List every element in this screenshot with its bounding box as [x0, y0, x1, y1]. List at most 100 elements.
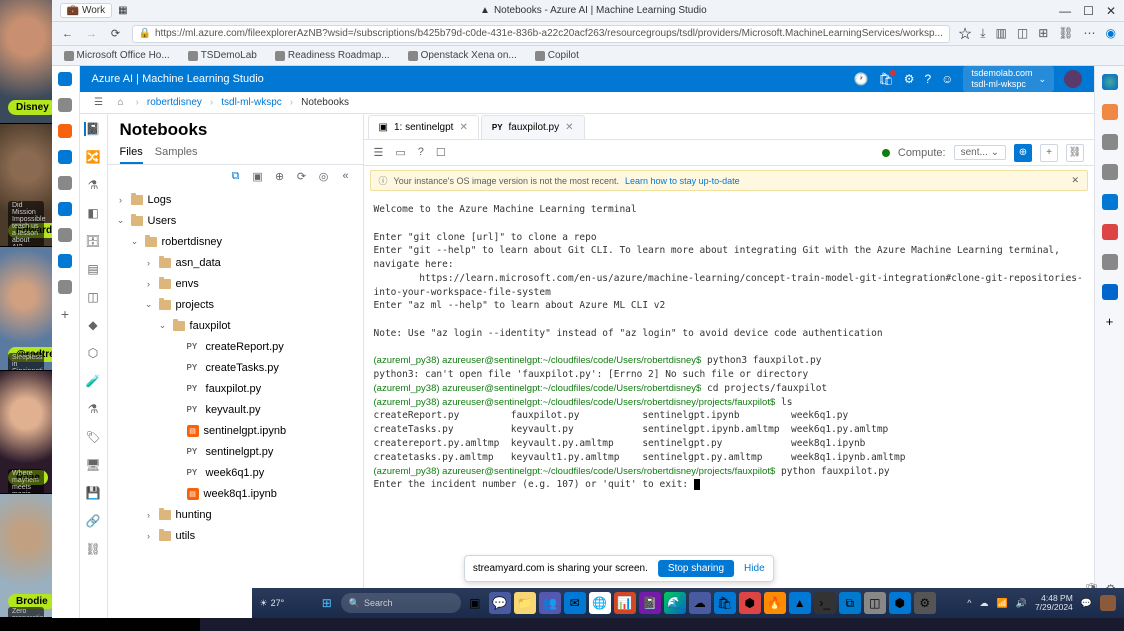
- models-icon[interactable]: ◆: [86, 318, 100, 332]
- sync-icon[interactable]: ⤓: [980, 26, 985, 41]
- focus-icon[interactable]: ◎: [317, 169, 331, 183]
- bookmark-item[interactable]: Copilot: [535, 50, 579, 61]
- taskbar-app-store[interactable]: 🛍: [714, 592, 736, 614]
- tree-file[interactable]: ▤sentinelgpt.ipynb: [108, 420, 363, 441]
- automl-icon[interactable]: ⚗: [86, 178, 100, 192]
- labeling-icon[interactable]: 🏷: [86, 430, 100, 444]
- components-icon[interactable]: ◫: [86, 290, 100, 304]
- copilot-icon[interactable]: ◉: [1106, 26, 1116, 41]
- account-icon[interactable]: [1100, 595, 1116, 611]
- help-icon[interactable]: ?: [924, 72, 931, 86]
- add-sidebar-icon[interactable]: +: [1106, 314, 1114, 329]
- forward-button[interactable]: →: [84, 26, 100, 42]
- close-tab-icon[interactable]: ✕: [459, 122, 467, 133]
- beaker-icon[interactable]: ⚗: [86, 402, 100, 416]
- tools-icon[interactable]: [1102, 134, 1118, 150]
- taskbar-app-vscode[interactable]: ⧉: [839, 592, 861, 614]
- tree-folder[interactable]: ⌄projects: [108, 294, 363, 315]
- dismiss-banner-icon[interactable]: ✕: [1071, 175, 1079, 186]
- games-icon[interactable]: [1102, 224, 1118, 240]
- bookmark-item[interactable]: TSDemoLab: [188, 50, 257, 61]
- pipelines-icon[interactable]: 🔀: [86, 150, 100, 164]
- taskbar-app[interactable]: 💬: [489, 592, 511, 614]
- app-icon[interactable]: [58, 72, 72, 86]
- taskbar-app-azure[interactable]: ▲: [789, 592, 811, 614]
- tree-folder[interactable]: ›Logs: [108, 189, 363, 210]
- taskbar-app[interactable]: ⬢: [739, 592, 761, 614]
- refresh-icon[interactable]: ⟳: [295, 169, 309, 183]
- endpoints-icon[interactable]: ⬡: [86, 346, 100, 360]
- add-app-button[interactable]: +: [61, 306, 69, 322]
- app-icon[interactable]: [58, 124, 72, 138]
- performance-icon[interactable]: [1102, 164, 1118, 180]
- output-icon[interactable]: ☐: [436, 146, 446, 159]
- tree-file[interactable]: ▤week8q1.ipynb: [108, 483, 363, 504]
- clock-icon[interactable]: 🕐: [854, 72, 869, 86]
- compute-selector[interactable]: sent... ⌄: [954, 145, 1006, 160]
- data-icon[interactable]: 🗄: [86, 234, 100, 248]
- terminal-icon[interactable]: ▣: [251, 169, 265, 183]
- jobs-icon[interactable]: ▤: [86, 262, 100, 276]
- tray-volume-icon[interactable]: 🔊: [1016, 598, 1027, 609]
- hide-toast-button[interactable]: Hide: [744, 563, 765, 574]
- taskbar-app-outlook[interactable]: ✉: [564, 592, 586, 614]
- stop-sharing-button[interactable]: Stop sharing: [658, 560, 734, 577]
- app-icon[interactable]: [1102, 284, 1118, 300]
- collections-icon[interactable]: ▥: [996, 26, 1007, 41]
- workspace-selector[interactable]: tsdemolab.com tsdl-ml-wkspc ⌄: [963, 66, 1054, 92]
- taskbar-app-onenote[interactable]: 📓: [639, 592, 661, 614]
- tree-file[interactable]: PYsentinelgpt.py: [108, 441, 363, 462]
- participant-tile[interactable]: @rodtrent Sleepless in Cincinnati: [0, 247, 52, 371]
- participant-tile[interactable]: Raae Where mayhem meets magic: [0, 371, 52, 495]
- bookmark-item[interactable]: Microsoft Office Ho...: [64, 50, 170, 61]
- refresh-button[interactable]: ⟳: [108, 26, 124, 42]
- collapse-icon[interactable]: «: [339, 169, 353, 183]
- breadcrumb-item[interactable]: robertdisney: [147, 97, 202, 108]
- split-icon[interactable]: ◫: [1017, 26, 1028, 41]
- breadcrumb-item[interactable]: tsdl-ml-wkspc: [221, 97, 282, 108]
- taskbar-app[interactable]: ◫: [864, 592, 886, 614]
- tree-folder[interactable]: ⌄Users: [108, 210, 363, 231]
- taskbar-app[interactable]: ⬢: [889, 592, 911, 614]
- feedback-icon[interactable]: ☺: [941, 72, 953, 86]
- tree-file[interactable]: PYcreateReport.py: [108, 336, 363, 357]
- task-view-icon[interactable]: ▣: [464, 592, 486, 614]
- close-button[interactable]: ✕: [1106, 4, 1116, 18]
- minimize-button[interactable]: —: [1059, 4, 1071, 18]
- app-icon[interactable]: [1102, 254, 1118, 270]
- favorite-star-icon[interactable]: ☆: [958, 24, 972, 44]
- start-button[interactable]: ⊞: [316, 592, 338, 614]
- menu-icon[interactable]: ☰: [374, 146, 384, 159]
- taskbar-app[interactable]: ☁: [689, 592, 711, 614]
- close-tab-icon[interactable]: ✕: [565, 122, 573, 133]
- app-icon[interactable]: [58, 228, 72, 242]
- workspaces-icon[interactable]: ▦: [118, 5, 127, 16]
- taskbar-app-settings[interactable]: ⚙: [914, 592, 936, 614]
- taskbar-app-chrome[interactable]: 🌐: [589, 592, 611, 614]
- taskbar-app-teams[interactable]: 👥: [539, 592, 561, 614]
- link-button[interactable]: ⛓: [1066, 144, 1084, 162]
- notifications-icon[interactable]: 🛍: [878, 72, 893, 86]
- app-icon[interactable]: [58, 280, 72, 294]
- bookmark-item[interactable]: Readiness Roadmap...: [275, 50, 390, 61]
- system-clock[interactable]: 4:48 PM 7/29/2024: [1035, 594, 1073, 613]
- tray-chevron-icon[interactable]: ^: [967, 598, 971, 608]
- participant-tile[interactable]: Edward Did Mission Impossible teach us a…: [0, 124, 52, 248]
- home-icon[interactable]: ⌂: [114, 96, 128, 110]
- maximize-button[interactable]: ☐: [1083, 4, 1094, 18]
- tray-onedrive-icon[interactable]: ☁: [980, 598, 989, 609]
- bookmark-item[interactable]: Openstack Xena on...: [408, 50, 517, 61]
- compute-icon[interactable]: 🖥: [86, 458, 100, 472]
- link2-icon[interactable]: ⛓: [86, 542, 100, 556]
- taskbar-search[interactable]: 🔍 Search: [341, 593, 461, 613]
- tree-folder[interactable]: ›utils: [108, 525, 363, 546]
- tree-file[interactable]: PYcreateTasks.py: [108, 357, 363, 378]
- outlook-icon[interactable]: [1102, 194, 1118, 210]
- tree-folder[interactable]: ›hunting: [108, 504, 363, 525]
- menu-icon[interactable]: ☰: [92, 96, 106, 110]
- notebooks-icon[interactable]: 📓: [84, 122, 98, 136]
- back-button[interactable]: ←: [60, 26, 76, 42]
- shopping-icon[interactable]: [1102, 104, 1118, 120]
- app-icon[interactable]: [58, 98, 72, 112]
- add-compute-button[interactable]: ⊕: [1014, 144, 1032, 162]
